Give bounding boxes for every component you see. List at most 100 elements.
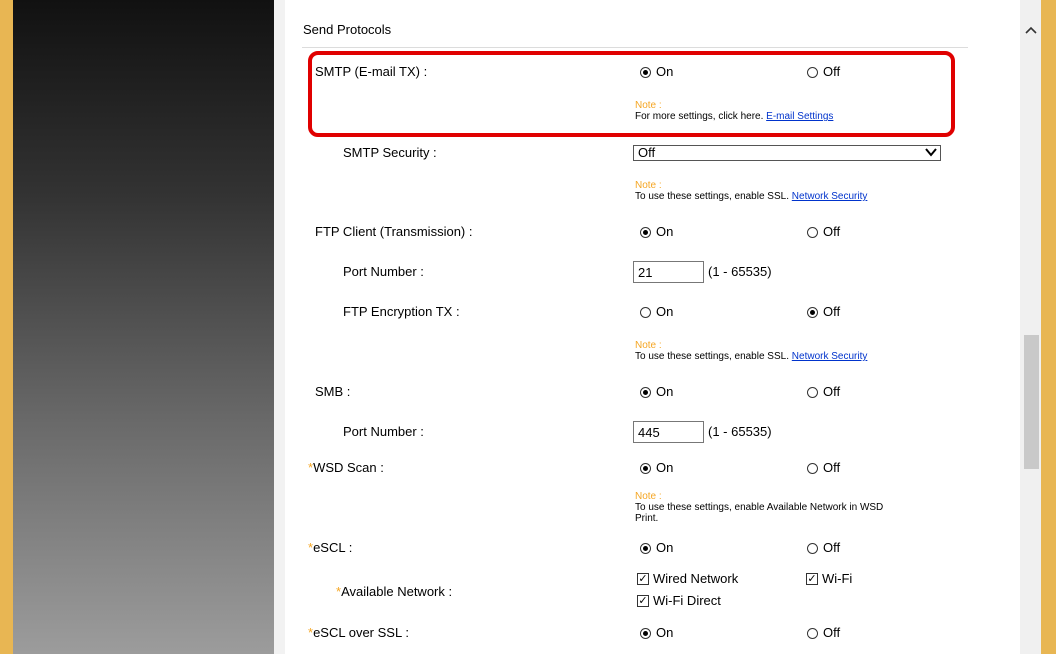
radio-label: On [656, 460, 674, 475]
radio-unchecked-icon [807, 386, 818, 398]
wsd-scan-note: Note : To use these settings, enable Ava… [635, 491, 883, 524]
select-value: Off [638, 145, 656, 160]
ftp-port-label: Port Number : [343, 264, 424, 279]
note-text: To use these settings, enable SSL. [635, 351, 789, 362]
smb-label: SMB : [315, 384, 351, 399]
note-text: For more settings, click here. [635, 111, 764, 122]
checkbox-label: Wi-Fi [822, 571, 853, 586]
smtp-on-radio[interactable]: On [640, 64, 673, 80]
radio-label: On [656, 224, 674, 239]
radio-checked-icon [640, 226, 651, 238]
escl-on-radio[interactable]: On [640, 540, 673, 556]
ftp-port-input[interactable] [633, 261, 704, 283]
radio-checked-icon [640, 542, 651, 554]
smtp-off-radio[interactable]: Off [807, 64, 840, 80]
content-margin [993, 0, 1020, 654]
escl-label: *eSCL : [308, 540, 352, 556]
radio-label: On [656, 625, 674, 640]
escl-label-text: eSCL : [313, 540, 353, 555]
wifi-checkbox[interactable]: ✓ Wi-Fi [806, 571, 852, 587]
smtp-security-select[interactable]: Off [633, 145, 941, 161]
checkbox-label: Wired Network [653, 571, 739, 586]
ftp-client-label: FTP Client (Transmission) : [315, 224, 473, 239]
ftp-port-range: (1 - 65535) [708, 264, 772, 279]
vertical-scrollbar[interactable] [1020, 0, 1041, 654]
sidebar-panel [13, 0, 274, 654]
ftp-encryption-off-radio[interactable]: Off [807, 304, 840, 320]
ftp-encryption-on-radio[interactable]: On [640, 304, 673, 320]
radio-unchecked-icon [807, 627, 818, 639]
wsd-scan-label-text: WSD Scan : [313, 460, 384, 475]
radio-label: On [656, 304, 674, 319]
ftp-encryption-note: Note : To use these settings, enable SSL… [635, 340, 867, 362]
radio-label: On [656, 384, 674, 399]
note-text: To use these settings, enable SSL. [635, 191, 789, 202]
radio-label: Off [823, 384, 841, 399]
wsd-scan-label: *WSD Scan : [308, 460, 384, 476]
main-content [285, 0, 993, 654]
window-frame-right [1041, 0, 1056, 654]
chevron-up-icon [1024, 26, 1037, 34]
radio-label: Off [823, 540, 841, 555]
radio-checked-icon [640, 627, 651, 639]
window-frame-left [0, 0, 13, 654]
checkbox-label: Wi-Fi Direct [653, 593, 721, 608]
smb-port-label: Port Number : [343, 424, 424, 439]
chevron-down-icon [925, 148, 937, 157]
note-title: Note : [635, 491, 662, 502]
radio-checked-icon [640, 462, 651, 474]
escl-off-radio[interactable]: Off [807, 540, 840, 556]
email-settings-link[interactable]: E-mail Settings [766, 111, 833, 122]
radio-label: Off [823, 460, 841, 475]
note-title: Note : [635, 180, 662, 191]
escl-ssl-on-radio[interactable]: On [640, 625, 673, 641]
radio-unchecked-icon [807, 462, 818, 474]
note-title: Note : [635, 340, 662, 351]
radio-label: Off [823, 64, 841, 79]
wifi-direct-checkbox[interactable]: ✓ Wi-Fi Direct [637, 593, 721, 609]
radio-label: On [656, 540, 674, 555]
radio-unchecked-icon [807, 226, 818, 238]
radio-label: Off [823, 625, 841, 640]
network-security-link[interactable]: Network Security [792, 191, 868, 202]
radio-checked-icon [640, 66, 651, 78]
radio-checked-icon [807, 306, 818, 318]
smb-port-input[interactable] [633, 421, 704, 443]
smtp-label: SMTP (E-mail TX) : [315, 64, 428, 79]
scroll-up-button[interactable] [1020, 16, 1041, 44]
note-title: Note : [635, 100, 662, 111]
radio-label: Off [823, 224, 841, 239]
smtp-security-note: Note : To use these settings, enable SSL… [635, 180, 867, 202]
ftp-client-on-radio[interactable]: On [640, 224, 673, 240]
scrollbar-thumb[interactable] [1024, 335, 1039, 469]
wsd-scan-off-radio[interactable]: Off [807, 460, 840, 476]
network-security-link[interactable]: Network Security [792, 351, 868, 362]
smb-port-range: (1 - 65535) [708, 424, 772, 439]
content-gutter [274, 0, 285, 654]
checkmark-icon: ✓ [637, 572, 649, 585]
available-network-label-text: Available Network : [341, 584, 453, 599]
ftp-encryption-label: FTP Encryption TX : [343, 304, 460, 319]
smb-on-radio[interactable]: On [640, 384, 673, 400]
wired-network-checkbox[interactable]: ✓ Wired Network [637, 571, 738, 587]
radio-unchecked-icon [807, 542, 818, 554]
radio-unchecked-icon [640, 306, 651, 318]
smb-off-radio[interactable]: Off [807, 384, 840, 400]
radio-label: Off [823, 304, 841, 319]
radio-checked-icon [640, 386, 651, 398]
smtp-note: Note : For more settings, click here. E-… [635, 100, 833, 122]
smtp-security-label: SMTP Security : [343, 145, 437, 160]
available-network-label: *Available Network : [336, 584, 452, 600]
checkmark-icon: ✓ [806, 572, 818, 585]
note-text: Print. [635, 513, 659, 524]
escl-ssl-label: *eSCL over SSL : [308, 625, 409, 641]
radio-unchecked-icon [807, 66, 818, 78]
radio-label: On [656, 64, 674, 79]
escl-ssl-off-radio[interactable]: Off [807, 625, 840, 641]
section-title: Send Protocols [303, 22, 392, 37]
ftp-client-off-radio[interactable]: Off [807, 224, 840, 240]
checkmark-icon: ✓ [637, 594, 649, 607]
escl-ssl-label-text: eSCL over SSL : [313, 625, 409, 640]
wsd-scan-on-radio[interactable]: On [640, 460, 673, 476]
section-divider [302, 47, 968, 48]
